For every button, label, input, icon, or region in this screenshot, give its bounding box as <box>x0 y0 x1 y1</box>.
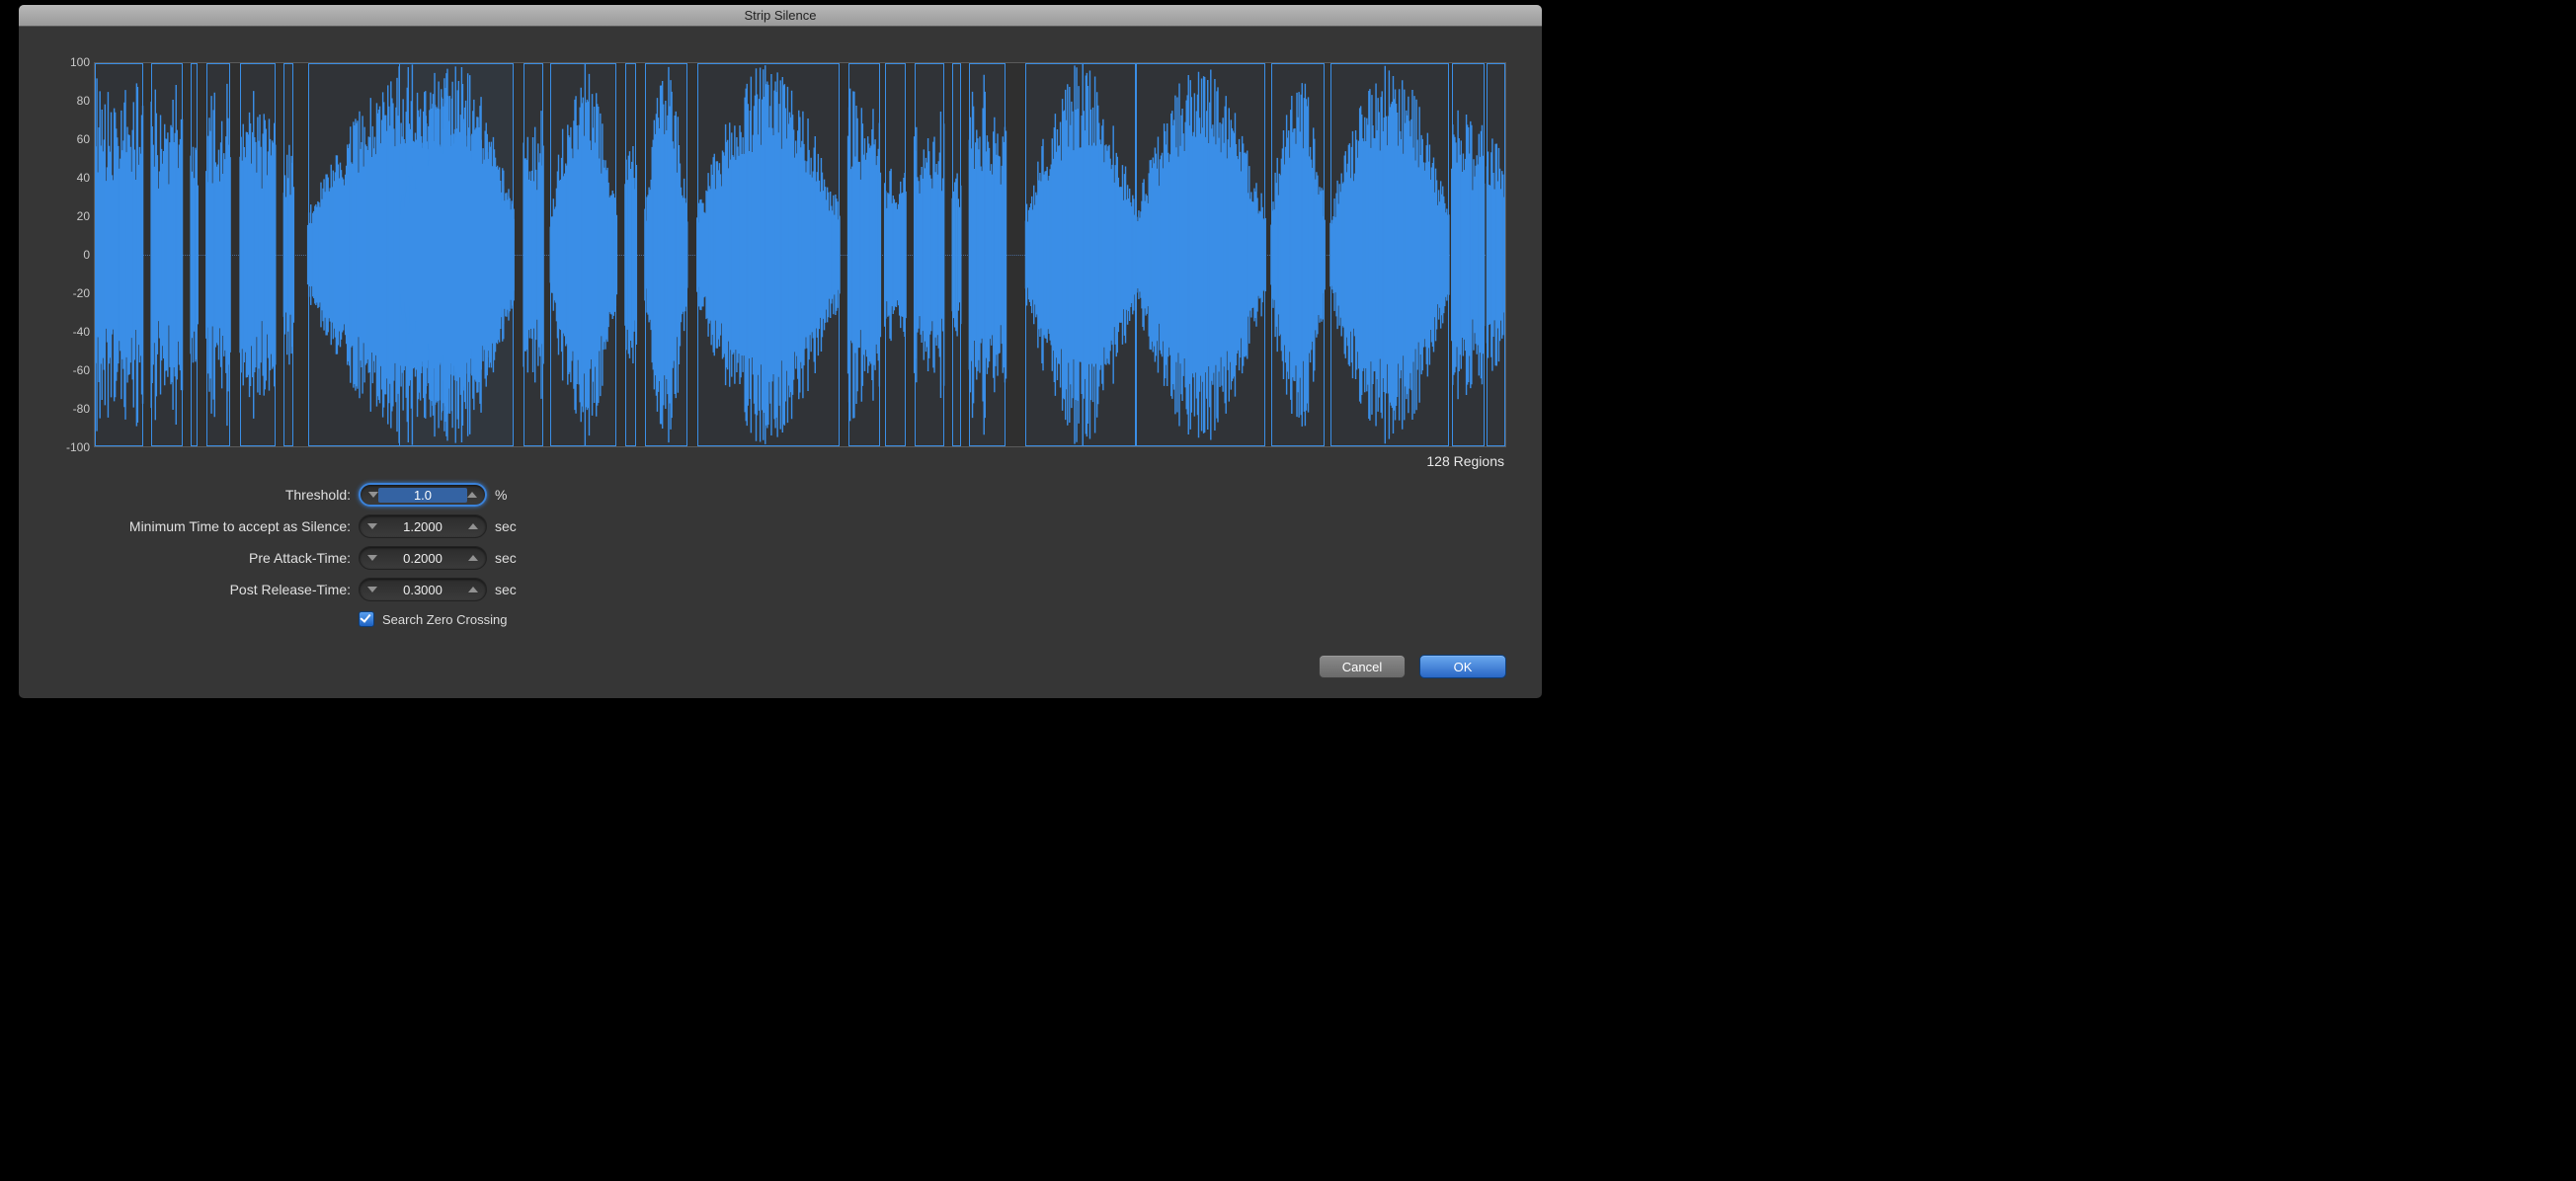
post-release-value[interactable]: 0.3000 <box>377 583 468 597</box>
waveform-yaxis: 100806040200-20-40-60-80-100 <box>54 62 94 447</box>
yaxis-tick: 100 <box>70 55 90 69</box>
waveform-panel: 100806040200-20-40-60-80-100 <box>54 62 1506 447</box>
chevron-up-icon[interactable] <box>468 587 478 592</box>
window-title: Strip Silence <box>19 5 1542 27</box>
chevron-down-icon[interactable] <box>368 492 378 498</box>
search-zero-crossing-checkbox[interactable] <box>359 611 374 627</box>
post-release-unit: sec <box>495 582 554 597</box>
strip-silence-dialog: Strip Silence 100 80 60 40 20 0 -20 -40 -60 -80 -1… <box>18 4 1543 699</box>
waveform-svg <box>95 63 1505 446</box>
threshold-label: Threshold: <box>54 487 351 503</box>
yaxis-tick: -60 <box>73 363 90 377</box>
threshold-stepper[interactable]: 1.0 <box>359 483 487 507</box>
yaxis-tick: 60 <box>77 132 90 146</box>
pre-attack-unit: sec <box>495 550 554 566</box>
min-silence-stepper[interactable]: 1.2000 <box>359 514 487 538</box>
yaxis-tick: 80 <box>77 94 90 108</box>
cancel-button[interactable]: Cancel <box>1319 655 1406 678</box>
chevron-down-icon[interactable] <box>367 587 377 592</box>
yaxis-tick: 0 <box>83 248 90 262</box>
dialog-footer: Cancel OK <box>19 655 1542 698</box>
yaxis-tick: -100 <box>66 440 90 454</box>
controls-grid: Threshold: 1.0 % Minimum Time to accept … <box>54 483 1506 627</box>
min-silence-unit: sec <box>495 518 554 534</box>
pre-attack-label: Pre Attack-Time: <box>54 550 351 566</box>
ok-button[interactable]: OK <box>1419 655 1506 678</box>
chevron-down-icon[interactable] <box>367 523 377 529</box>
threshold-unit: % <box>495 487 554 503</box>
yaxis-tick: 20 <box>77 209 90 223</box>
yaxis-tick: 40 <box>77 171 90 185</box>
chevron-up-icon[interactable] <box>467 492 477 498</box>
waveform-canvas[interactable] <box>94 62 1506 447</box>
dialog-content: 100 80 60 40 20 0 -20 -40 -60 -80 -100 128 Regions… <box>19 27 1542 655</box>
pre-attack-value[interactable]: 0.2000 <box>377 551 468 566</box>
yaxis-tick: -20 <box>73 286 90 300</box>
search-zero-crossing-label: Search Zero Crossing <box>382 612 507 627</box>
threshold-value[interactable]: 1.0 <box>378 488 467 503</box>
min-silence-value[interactable]: 1.2000 <box>377 519 468 534</box>
yaxis-tick: -80 <box>73 402 90 416</box>
min-silence-label: Minimum Time to accept as Silence: <box>54 518 351 534</box>
chevron-down-icon[interactable] <box>367 555 377 561</box>
regions-count: 128 Regions <box>54 447 1506 483</box>
chevron-up-icon[interactable] <box>468 555 478 561</box>
pre-attack-stepper[interactable]: 0.2000 <box>359 546 487 570</box>
post-release-label: Post Release-Time: <box>54 582 351 597</box>
chevron-up-icon[interactable] <box>468 523 478 529</box>
yaxis-tick: -40 <box>73 325 90 339</box>
post-release-stepper[interactable]: 0.3000 <box>359 578 487 601</box>
